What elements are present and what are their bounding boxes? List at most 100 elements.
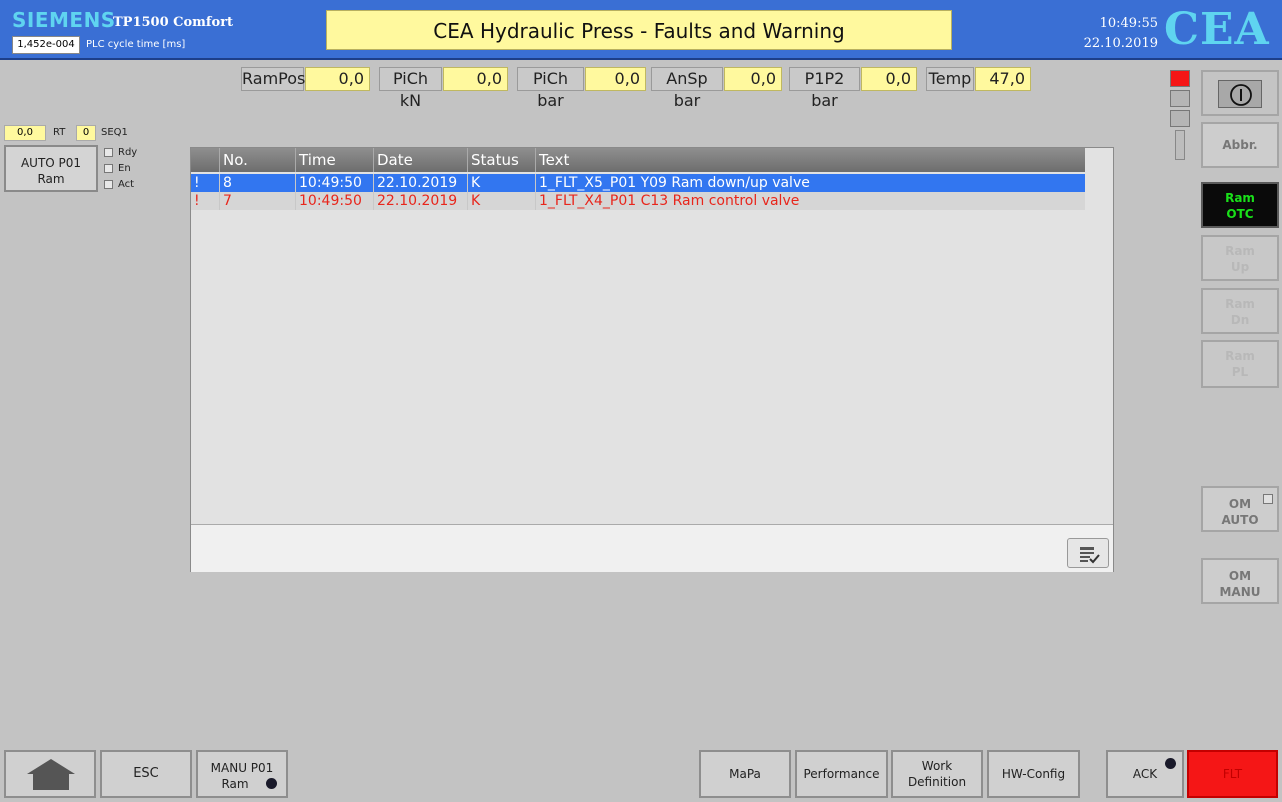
sensor-value-pich-kn: 0,0 [443,67,508,91]
ram-otc-button[interactable]: Ram OTC [1201,182,1279,228]
auto-button-line1: AUTO P01 [20,156,82,170]
alarm-text: 1_FLT_X5_P01 Y09 Ram down/up valve [535,174,1085,192]
sensor-label-pich-kn: PiCh kN [379,67,442,110]
alarm-status: K [467,192,535,210]
alarm-view: No. Time Date Status Text ! 8 10:49:50 2… [190,147,1114,572]
column-header-text[interactable]: Text [535,148,1085,172]
info-frame [1218,80,1262,108]
ack-label: ACK [1132,767,1158,781]
esc-button[interactable]: ESC [100,750,192,798]
auto-button-line2: Ram [37,172,65,186]
scroll-indicator [1175,130,1185,160]
auto-p01-ram-button[interactable]: AUTO P01 Ram [4,145,98,192]
ram-up-button[interactable]: Ram Up [1201,235,1279,281]
work-line1: Work [921,759,953,773]
ack-button[interactable]: ACK [1106,750,1184,798]
clock-date: 22.10.2019 [1083,36,1158,51]
sensor-value-pich-bar: 0,0 [585,67,646,91]
work-line2: Definition [907,775,967,789]
seq-label: SEQ1 [101,127,128,138]
sensor-value-rampos: 0,0 [305,67,370,91]
ram-dn-line2: Dn [1230,313,1250,327]
manu-status-dot [266,778,277,789]
home-icon [27,759,75,790]
ram-pl-line1: Ram [1225,349,1255,363]
sensor-label-rampos: RamPos [241,67,305,91]
om-auto-button[interactable]: OM AUTO [1201,486,1279,532]
column-header-mark [191,148,219,172]
panel-model: TP1500 Comfort [113,15,234,30]
ram-dn-line1: Ram [1225,297,1255,311]
om-auto-line2: AUTO [1221,513,1259,527]
rt-value: 0,0 [4,125,46,141]
plc-cycle-value: 1,452e-004 [12,36,80,54]
rdy-label: Rdy [118,147,138,158]
om-manu-line1: OM [1228,569,1252,583]
alarm-status: K [467,174,535,192]
column-header-status[interactable]: Status [467,148,535,172]
sensor-value-ansp-bar: 0,0 [724,67,782,91]
manu-line1: MANU P01 [210,761,274,775]
om-manu-line2: MANU [1219,585,1261,599]
alarm-row[interactable]: ! 8 10:49:50 22.10.2019 K 1_FLT_X5_P01 Y… [191,174,1085,192]
ram-down-button[interactable]: Ram Dn [1201,288,1279,334]
sensor-label-pich-bar: PiCh bar [517,67,584,110]
alarm-footer [191,524,1113,572]
column-header-date[interactable]: Date [373,148,467,172]
sensor-label-p1p2-bar: P1P2 bar [789,67,860,110]
screen-title: CEA Hydraulic Press - Faults and Warning [326,10,952,50]
alarm-text: 1_FLT_X4_P01 C13 Ram control valve [535,192,1085,210]
alarm-date: 22.10.2019 [373,174,467,192]
header-bar: SIEMENS TP1500 Comfort 1,452e-004 PLC cy… [0,0,1282,60]
abbr-button[interactable]: Abbr. [1201,122,1279,168]
sensor-label-temp: Temp [926,67,974,91]
rt-label: RT [53,127,66,138]
ram-pl-line2: PL [1231,365,1249,379]
cea-logo: CEA [1164,4,1270,55]
system-button[interactable] [1201,70,1279,116]
alarm-no: 7 [219,192,295,210]
ram-up-line2: Up [1230,260,1250,274]
en-label: En [118,163,131,174]
ack-status-dot [1165,758,1176,769]
ram-pl-button[interactable]: Ram PL [1201,340,1279,388]
alarm-mark: ! [194,175,200,191]
column-header-time[interactable]: Time [295,148,373,172]
performance-button[interactable]: Performance [795,750,888,798]
alarm-mark: ! [194,193,200,209]
ram-otc-line1: Ram [1225,191,1255,205]
om-auto-indicator [1263,494,1273,504]
alarm-date: 22.10.2019 [373,192,467,210]
sensor-value-p1p2-bar: 0,0 [861,67,917,91]
mapa-button[interactable]: MaPa [699,750,791,798]
status-led-fault [1170,70,1190,87]
act-label: Act [118,179,135,190]
info-circle-icon [1230,84,1252,106]
om-manu-button[interactable]: OM MANU [1201,558,1279,604]
act-checkbox [104,180,113,189]
flt-button[interactable]: FLT [1187,750,1278,798]
alarm-no: 8 [219,174,295,192]
alarm-time: 10:49:50 [295,192,373,210]
ram-otc-line2: OTC [1226,207,1254,221]
sensor-label-ansp-bar: AnSp bar [651,67,723,110]
alarm-row[interactable]: ! 7 10:49:50 22.10.2019 K 1_FLT_X4_P01 C… [191,192,1085,210]
status-led-warning [1170,90,1190,107]
acknowledge-list-button[interactable] [1067,538,1109,568]
rdy-checkbox [104,148,113,157]
brand-logo: SIEMENS [12,8,116,32]
seq-value: 0 [76,125,96,141]
work-definition-button[interactable]: Work Definition [891,750,983,798]
manu-p01-ram-button[interactable]: MANU P01 Ram [196,750,288,798]
en-checkbox [104,164,113,173]
alarm-time: 10:49:50 [295,174,373,192]
status-led-info [1170,110,1190,127]
sensor-value-temp: 47,0 [975,67,1031,91]
clock-time: 10:49:55 [1099,16,1158,31]
plc-cycle-label: PLC cycle time [ms] [86,39,186,50]
column-header-no[interactable]: No. [219,148,295,172]
hw-config-button[interactable]: HW-Config [987,750,1080,798]
list-check-icon [1080,547,1100,564]
ram-up-line1: Ram [1225,244,1255,258]
home-button[interactable] [4,750,96,798]
